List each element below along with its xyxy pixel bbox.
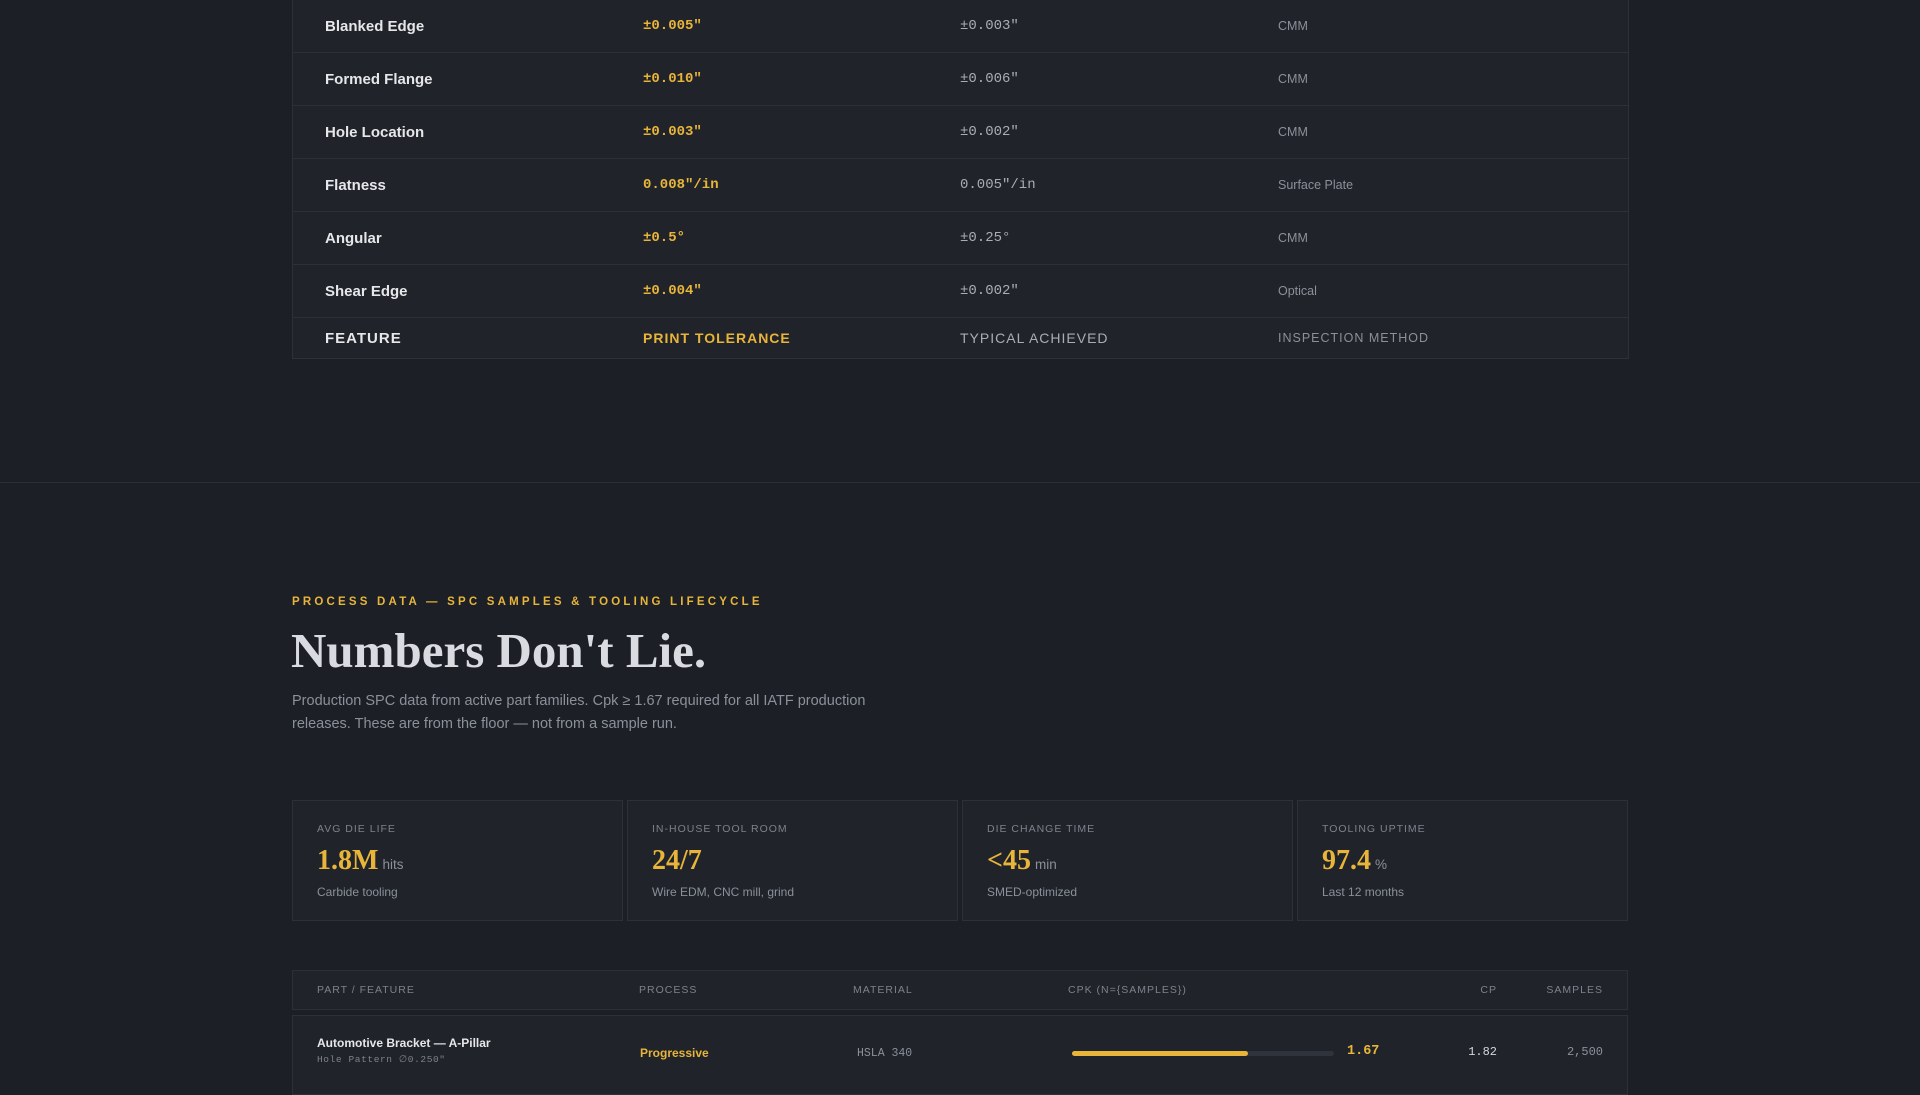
table-row: Blanked Edge ±0.005" ±0.003" CMM <box>293 0 1628 52</box>
samples-value: 2,500 <box>1566 1045 1603 1059</box>
spc-table-header: PART / FEATURE PROCESS MATERIAL CPK (N={… <box>292 970 1628 1010</box>
feature-cell: Flatness <box>325 176 386 194</box>
section-eyebrow: PROCESS DATA — SPC SAMPLES & TOOLING LIF… <box>292 596 763 608</box>
stat-card-die-life: AVG DIE LIFE 1.8M hits Carbide tooling <box>292 800 623 921</box>
table-row: Automotive Bracket — A-Pillar Hole Patte… <box>292 1015 1628 1095</box>
typical-achieved-cell: ±0.002" <box>960 124 1019 140</box>
feature-cell: Formed Flange <box>325 70 433 88</box>
stat-value: 24/7 <box>652 845 702 876</box>
cp-value: 1.82 <box>1468 1045 1497 1059</box>
stat-unit: hits <box>382 857 404 872</box>
stat-note: Last 12 months <box>1322 885 1405 899</box>
print-tolerance-cell: ±0.5° <box>643 230 686 246</box>
column-header-part: PART / FEATURE <box>317 984 415 996</box>
part-name: Automotive Bracket — A-Pillar <box>317 1036 491 1050</box>
feature-cell: Shear Edge <box>325 282 408 300</box>
tolerance-table: Blanked Edge ±0.005" ±0.003" CMM Formed … <box>292 0 1629 359</box>
cpk-value: 1.67 <box>1347 1044 1380 1059</box>
cpk-bar <box>1072 1051 1334 1056</box>
table-row: Formed Flange ±0.010" ±0.006" CMM <box>293 52 1628 105</box>
column-header-typical-achieved: TYPICAL ACHIEVED <box>960 330 1109 346</box>
stat-note: Carbide tooling <box>317 885 398 899</box>
table-row: Angular ±0.5° ±0.25° CMM <box>293 211 1628 264</box>
column-header-process: PROCESS <box>639 984 698 996</box>
cpk-bar-fill <box>1072 1051 1248 1056</box>
inspection-method-cell: CMM <box>1278 231 1308 245</box>
stat-note: Wire EDM, CNC mill, grind <box>652 885 795 899</box>
typical-achieved-cell: ±0.25° <box>960 230 1011 246</box>
part-feature: Hole Pattern ∅0.250" <box>317 1054 446 1065</box>
column-header-inspection-method: INSPECTION METHOD <box>1278 331 1430 345</box>
column-header-cp: CP <box>1480 984 1497 996</box>
typical-achieved-cell: ±0.006" <box>960 71 1019 87</box>
feature-cell: Hole Location <box>325 123 425 141</box>
feature-cell: Angular <box>325 229 382 247</box>
column-header-cpk: CPK (N={SAMPLES}) <box>1068 984 1187 996</box>
section-divider <box>0 482 1920 483</box>
stat-label: IN-HOUSE TOOL ROOM <box>652 823 788 835</box>
print-tolerance-cell: ±0.003" <box>643 124 702 140</box>
print-tolerance-cell: ±0.010" <box>643 71 702 87</box>
stat-value: <45 <box>987 845 1031 876</box>
stat-unit: min <box>1034 857 1057 872</box>
table-footer-header: FEATURE PRINT TOLERANCE TYPICAL ACHIEVED… <box>293 317 1628 358</box>
table-row: Shear Edge ±0.004" ±0.002" Optical <box>293 264 1628 317</box>
inspection-method-cell: CMM <box>1278 72 1308 86</box>
material-cell: HSLA 340 <box>857 1047 913 1060</box>
inspection-method-cell: CMM <box>1278 125 1308 139</box>
column-header-feature: FEATURE <box>325 329 402 347</box>
section-title: Numbers Don't Lie. <box>291 623 707 678</box>
inspection-method-cell: CMM <box>1278 19 1308 33</box>
stat-value: 1.8M <box>317 845 379 876</box>
stat-label: TOOLING UPTIME <box>1322 823 1426 835</box>
stat-label: DIE CHANGE TIME <box>987 823 1096 835</box>
print-tolerance-cell: 0.008"/in <box>643 177 719 193</box>
stat-value: 97.4 <box>1322 845 1371 876</box>
stat-card-die-change: DIE CHANGE TIME <45 min SMED-optimized <box>962 800 1293 921</box>
table-row: Hole Location ±0.003" ±0.002" CMM <box>293 105 1628 158</box>
stat-note: SMED-optimized <box>987 885 1078 899</box>
typical-achieved-cell: ±0.002" <box>960 283 1019 299</box>
inspection-method-cell: Optical <box>1278 284 1317 298</box>
stat-card-tooling-uptime: TOOLING UPTIME 97.4 % Last 12 months <box>1297 800 1628 921</box>
stats-row: AVG DIE LIFE 1.8M hits Carbide tooling I… <box>292 800 1628 921</box>
column-header-samples: SAMPLES <box>1546 984 1603 996</box>
stat-label: AVG DIE LIFE <box>317 823 396 835</box>
section-subtitle: Production SPC data from active part fam… <box>292 693 866 732</box>
feature-cell: Blanked Edge <box>325 17 425 35</box>
typical-achieved-cell: 0.005"/in <box>960 177 1036 193</box>
column-header-print-tolerance: PRINT TOLERANCE <box>643 330 791 346</box>
print-tolerance-cell: ±0.005" <box>643 18 702 34</box>
inspection-method-cell: Surface Plate <box>1278 178 1354 192</box>
table-row: Flatness 0.008"/in 0.005"/in Surface Pla… <box>293 158 1628 211</box>
print-tolerance-cell: ±0.004" <box>643 283 702 299</box>
column-header-material: MATERIAL <box>853 984 913 996</box>
stat-unit: % <box>1375 857 1388 872</box>
typical-achieved-cell: ±0.003" <box>960 18 1019 34</box>
stat-card-tool-room: IN-HOUSE TOOL ROOM 24/7 Wire EDM, CNC mi… <box>627 800 958 921</box>
process-cell: Progressive <box>640 1046 709 1060</box>
